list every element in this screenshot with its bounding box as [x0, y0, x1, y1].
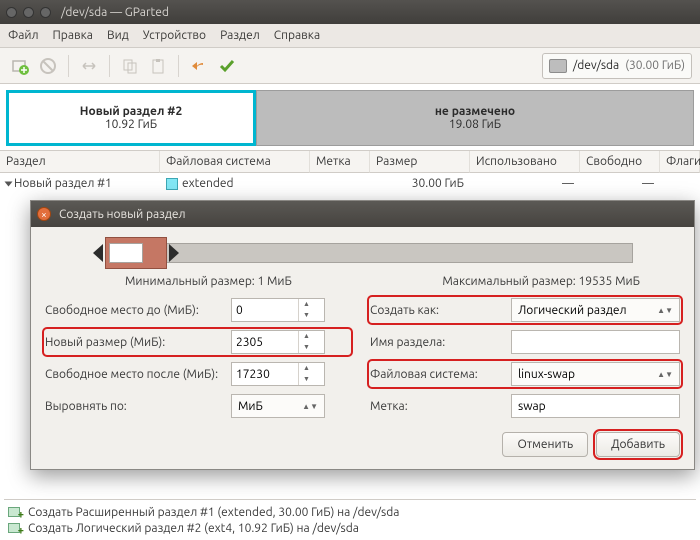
segment-name: не размечено	[435, 105, 515, 118]
align-label: Выровнять по:	[45, 400, 225, 413]
slider-handle[interactable]	[105, 237, 167, 269]
partition-name-label: Имя раздела:	[370, 336, 505, 349]
disk-segment-unallocated[interactable]: не размечено 19.08 ГиБ	[256, 90, 694, 146]
window-maximize-icon[interactable]	[40, 7, 51, 18]
disk-segment-new2[interactable]: Новый раздел #2 10.92 ГиБ	[6, 90, 256, 146]
dialog-close-icon[interactable]: ×	[37, 207, 51, 221]
create-as-label: Создать как:	[370, 304, 505, 317]
menu-partition[interactable]: Раздел	[220, 29, 260, 42]
row-size: 30.00 ГиБ	[370, 173, 470, 194]
menubar: Файл Правка Вид Устройство Раздел Справк…	[0, 24, 700, 48]
min-size-label: Минимальный размер: 1 МиБ	[125, 275, 292, 288]
expand-icon[interactable]	[5, 181, 13, 186]
menu-edit[interactable]: Правка	[53, 29, 93, 42]
free-before-label: Свободное место до (МиБ):	[45, 304, 225, 317]
label-label: Метка:	[370, 400, 505, 413]
paste-icon	[146, 54, 170, 78]
col-free[interactable]: Свободно	[580, 151, 660, 173]
window-close-icon[interactable]	[6, 7, 17, 18]
cancel-button[interactable]: Отменить	[502, 432, 588, 457]
harddisk-icon	[549, 59, 567, 73]
free-before-input[interactable]: ▲▼	[231, 298, 325, 322]
row-free: —	[580, 173, 660, 194]
pending-op-text: Создать Расширенный раздел #1 (extended,…	[28, 506, 399, 519]
table-header: Раздел Файловая система Метка Размер Исп…	[0, 151, 700, 173]
menu-help[interactable]: Справка	[274, 29, 320, 42]
col-flags[interactable]: Флаги	[660, 151, 700, 173]
create-op-icon: +	[8, 505, 22, 519]
partition-name-input[interactable]	[511, 330, 680, 354]
create-as-select[interactable]: Логический раздел▲▼	[511, 298, 680, 322]
new-partition-icon[interactable]	[8, 54, 32, 78]
create-op-icon: +	[8, 521, 22, 535]
segment-size: 10.92 ГиБ	[105, 118, 157, 131]
col-fs[interactable]: Файловая система	[160, 151, 310, 173]
menu-file[interactable]: Файл	[8, 29, 39, 42]
col-used[interactable]: Использовано	[470, 151, 580, 173]
col-partition[interactable]: Раздел	[0, 151, 160, 173]
device-name: /dev/sda	[573, 59, 619, 72]
col-size[interactable]: Размер	[370, 151, 470, 173]
pending-op[interactable]: + Создать Логический раздел #2 (ext4, 10…	[4, 520, 696, 536]
delete-icon	[36, 54, 60, 78]
table-row[interactable]: Новый раздел #1 extended 30.00 ГиБ — —	[0, 173, 700, 194]
fs-color-icon	[166, 178, 178, 190]
window-title: /dev/sda — GParted	[61, 6, 169, 19]
toolbar: /dev/sda (30.00 ГиБ)	[0, 48, 700, 84]
free-after-label: Свободное место после (МиБ):	[45, 368, 225, 381]
new-size-label: Новый размер (МиБ):	[45, 336, 225, 349]
disk-map: Новый раздел #2 10.92 ГиБ не размечено 1…	[0, 84, 700, 150]
create-partition-dialog: × Создать новый раздел Минимальный разме…	[30, 200, 695, 470]
add-button[interactable]: Добавить	[596, 432, 680, 457]
dialog-title: Создать новый раздел	[59, 208, 186, 221]
filesystem-label: Файловая система:	[370, 368, 505, 381]
device-selector[interactable]: /dev/sda (30.00 ГиБ)	[542, 53, 692, 79]
slider-handle-right-icon[interactable]	[169, 244, 179, 262]
segment-name: Новый раздел #2	[80, 105, 182, 118]
slider-track	[151, 243, 633, 263]
apply-icon[interactable]	[215, 54, 239, 78]
resize-icon	[77, 54, 101, 78]
new-size-input[interactable]: ▲▼	[231, 330, 325, 354]
row-used: —	[470, 173, 580, 194]
label-input[interactable]	[511, 394, 680, 418]
row-name: Новый раздел #1	[14, 177, 112, 190]
pending-op[interactable]: + Создать Расширенный раздел #1 (extende…	[4, 504, 696, 520]
align-select[interactable]: МиБ▲▼	[231, 394, 325, 418]
menu-device[interactable]: Устройство	[143, 29, 206, 42]
copy-icon	[118, 54, 142, 78]
resize-slider[interactable]	[93, 237, 633, 269]
menu-view[interactable]: Вид	[107, 29, 129, 42]
pending-operations: + Создать Расширенный раздел #1 (extende…	[4, 499, 696, 536]
filesystem-select[interactable]: linux-swap▲▼	[511, 362, 680, 386]
dialog-titlebar: × Создать новый раздел	[31, 201, 694, 227]
pending-op-text: Создать Логический раздел #2 (ext4, 10.9…	[28, 522, 359, 535]
device-size: (30.00 ГиБ)	[625, 59, 685, 72]
slider-handle-left-icon[interactable]	[93, 244, 103, 262]
window-titlebar: /dev/sda — GParted	[0, 0, 700, 24]
segment-size: 19.08 ГиБ	[449, 118, 501, 131]
free-after-input[interactable]: ▲▼	[231, 362, 325, 386]
max-size-label: Максимальный размер: 19535 МиБ	[442, 275, 640, 288]
row-fs: extended	[182, 177, 234, 190]
undo-icon[interactable]	[187, 54, 211, 78]
col-label[interactable]: Метка	[310, 151, 370, 173]
window-minimize-icon[interactable]	[23, 7, 34, 18]
